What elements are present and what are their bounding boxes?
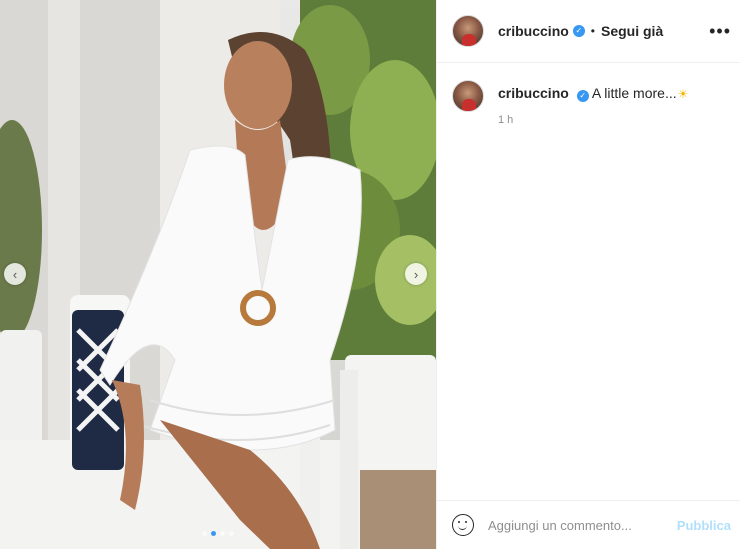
slide-indicator	[0, 531, 436, 536]
caption: cribuccino ✓ A little more...☀ 1 h	[452, 80, 732, 126]
previous-slide-button[interactable]: ‹	[4, 263, 26, 285]
slide-dot-active	[211, 531, 216, 536]
verified-badge-icon: ✓	[576, 90, 589, 102]
post-photo[interactable]: ‹ ›	[0, 0, 436, 549]
avatar[interactable]	[452, 15, 484, 47]
caption-line: cribuccino ✓ A little more...☀	[498, 80, 688, 103]
separator-dot: •	[590, 24, 595, 38]
verified-badge-icon: ✓	[572, 25, 585, 37]
emoji-icon[interactable]	[452, 514, 474, 536]
comment-bar: Pubblica	[437, 500, 740, 549]
caption-body: cribuccino ✓ A little more...☀ 1 h	[498, 80, 688, 126]
chevron-right-icon: ›	[413, 266, 419, 282]
photo-illustration	[0, 0, 436, 549]
publish-button[interactable]: Pubblica	[677, 518, 731, 533]
slide-dot	[202, 531, 207, 536]
caption-avatar[interactable]	[452, 80, 484, 112]
post-side-panel: cribuccino ✓ • Segui già ••• cribuccino …	[436, 0, 740, 549]
post-header: cribuccino ✓ • Segui già •••	[437, 0, 740, 63]
next-slide-button[interactable]: ›	[405, 263, 427, 285]
caption-text: A little more...	[591, 85, 677, 101]
slide-dot	[229, 531, 234, 536]
sun-emoji-icon: ☀	[677, 87, 689, 101]
post-timestamp[interactable]: 1 h	[498, 114, 688, 126]
header-username[interactable]: cribuccino	[498, 23, 569, 39]
following-button[interactable]: Segui già	[601, 23, 663, 39]
more-options-icon[interactable]: •••	[709, 22, 731, 40]
slide-dot	[220, 531, 225, 536]
caption-username[interactable]: cribuccino	[498, 85, 569, 101]
chevron-left-icon: ‹	[12, 266, 18, 282]
comment-input[interactable]	[488, 517, 668, 533]
